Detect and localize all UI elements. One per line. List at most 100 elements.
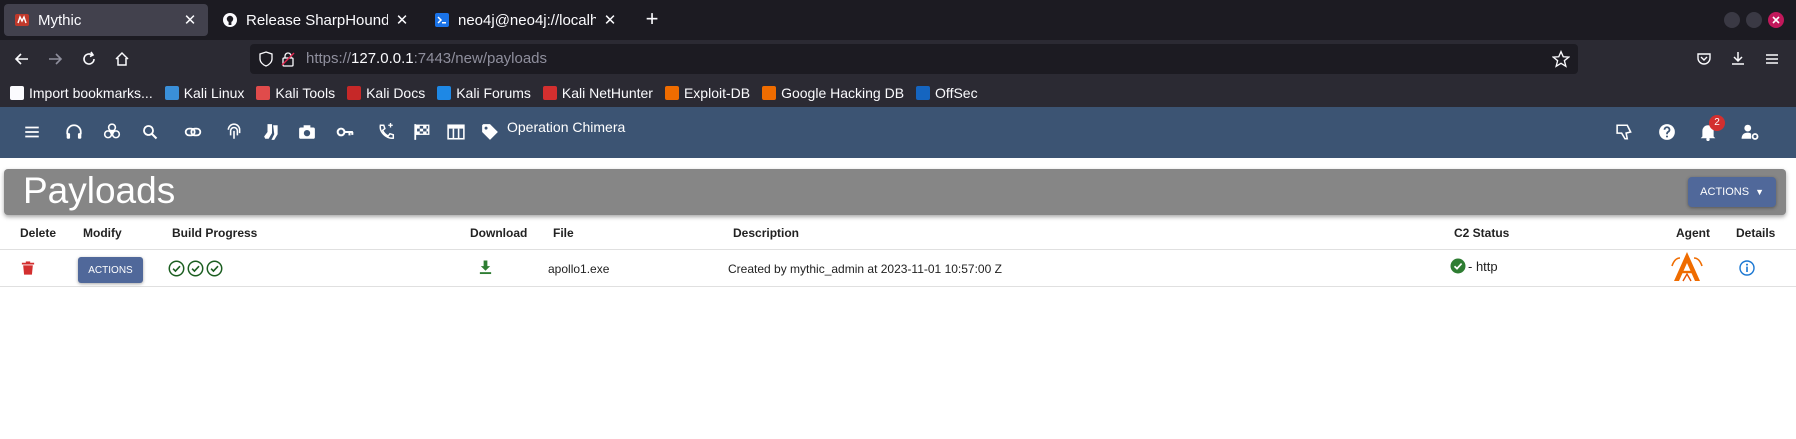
search-nav-button[interactable] (139, 121, 161, 143)
downloads-button[interactable] (1726, 47, 1750, 71)
info-icon (1739, 260, 1755, 276)
artifacts-button[interactable] (223, 121, 245, 143)
key-icon (336, 127, 354, 137)
download-arrow-icon (1732, 52, 1744, 65)
payload-details-button[interactable] (1739, 260, 1755, 276)
tag-icon (482, 124, 498, 140)
bookmark-item[interactable]: OffSec (916, 85, 978, 101)
screenshots-button[interactable] (296, 121, 318, 143)
url-host: 127.0.0.1 (351, 50, 414, 67)
delete-payload-button[interactable] (21, 260, 35, 276)
new-tab-button[interactable]: + (640, 8, 664, 32)
c2-status: - http (1450, 258, 1498, 274)
reporting-button[interactable] (411, 121, 433, 143)
tab-close-icon[interactable]: ✕ (182, 11, 198, 29)
bookmark-label: Kali Forums (456, 84, 531, 101)
table-row: ACTIONS apollo1.exe Created by mythic_ad… (0, 250, 1796, 287)
back-button[interactable] (10, 47, 34, 71)
bookmark-item[interactable]: Kali Tools (256, 85, 335, 101)
help-question-icon (1659, 124, 1675, 140)
fingerprint-icon (227, 123, 241, 139)
home-icon (115, 51, 129, 66)
bookmark-item[interactable]: Kali Docs (347, 85, 425, 101)
socks-button[interactable] (261, 121, 283, 143)
side-menu-button[interactable] (21, 121, 43, 143)
header-details: Details (1736, 226, 1776, 240)
bookmark-label: OffSec (935, 84, 978, 101)
forward-button[interactable] (43, 47, 67, 71)
bookmark-label: Kali Linux (183, 84, 245, 101)
operation-name[interactable]: Operation Chimera (507, 119, 625, 135)
callback-graph-button[interactable] (375, 121, 397, 143)
tab-title: Mythic (38, 11, 82, 29)
maximize-button[interactable] (1746, 12, 1762, 28)
header-description: Description (733, 226, 800, 240)
kali-nethunter-icon (542, 85, 557, 100)
forward-arrow-icon (49, 53, 63, 65)
download-payload-button[interactable] (478, 259, 493, 275)
bookmark-item[interactable]: Exploit-DB (664, 84, 751, 101)
page-actions-button[interactable]: ACTIONS ▼ (1688, 177, 1776, 207)
table-header-row: Delete Modify Build Progress Download Fi… (0, 222, 1796, 250)
bookmark-label: Import bookmarks... (29, 84, 153, 101)
kali-icon (164, 85, 179, 100)
app-menu-button[interactable] (1760, 47, 1784, 71)
phone-icon (379, 123, 395, 139)
header-agent: Agent (1676, 226, 1710, 240)
feedback-button[interactable] (1614, 121, 1636, 143)
credentials-button[interactable] (334, 121, 356, 143)
ghdb-icon (762, 85, 777, 100)
payload-filename[interactable]: apollo1.exe (548, 262, 609, 276)
bookmark-item[interactable]: Kali NetHunter (542, 85, 653, 101)
row-actions-button[interactable]: ACTIONS (78, 257, 143, 283)
tags-button[interactable] (479, 121, 501, 143)
callbacks-button[interactable] (63, 121, 85, 143)
build-step-complete-icon (187, 260, 204, 277)
tab-neo4j[interactable]: neo4j@neo4j://localhost: ✕ (424, 4, 628, 36)
home-button[interactable] (110, 47, 134, 71)
bookmark-item[interactable]: Kali Forums (437, 85, 531, 101)
bookmark-star-icon[interactable] (1552, 50, 1570, 68)
agent-apollo-icon[interactable] (1671, 250, 1703, 284)
apollo-agent-icon (1671, 252, 1703, 282)
mitre-attack-button[interactable] (445, 121, 467, 143)
payloads-nav-button[interactable] (101, 121, 123, 143)
page-actions-label: ACTIONS (1700, 186, 1750, 198)
tab-close-icon[interactable]: ✕ (394, 11, 410, 29)
header-modify: Modify (83, 226, 122, 240)
biohazard-icon (103, 123, 121, 139)
bookmark-item[interactable]: Google Hacking DB (762, 85, 904, 101)
bookmark-label: Exploit-DB (683, 84, 751, 101)
attachments-button[interactable] (182, 121, 204, 143)
url-prefix: https:// (306, 50, 352, 67)
build-step-complete-icon (168, 260, 185, 277)
tracking-shield-icon (259, 51, 273, 67)
search-icon (143, 125, 158, 140)
hamburger-menu-icon (1766, 54, 1778, 64)
table-grid-icon (447, 124, 465, 140)
mythic-favicon-icon (15, 14, 29, 26)
user-gear-icon (1741, 124, 1759, 140)
bookmark-label: Kali Docs (366, 84, 426, 101)
pocket-button[interactable] (1692, 47, 1716, 71)
tab-sharphound-release[interactable]: Release SharpHound v1.1. ✕ (212, 4, 420, 36)
bookmark-item[interactable]: Kali Linux (164, 84, 245, 101)
url-text[interactable]: https://127.0.0.1:7443/new/payloads (306, 50, 547, 67)
help-button[interactable] (1656, 121, 1678, 143)
payload-description: Created by mythic_admin at 2023-11-01 10… (728, 262, 1002, 276)
link-icon (184, 127, 202, 137)
headphones-icon (66, 124, 82, 139)
user-settings-button[interactable] (1739, 121, 1761, 143)
bookmark-label: Google Hacking DB (781, 84, 905, 101)
reload-button[interactable] (77, 47, 101, 71)
url-bar[interactable]: https://127.0.0.1:7443/new/payloads (250, 44, 1578, 74)
window-close-button[interactable] (1768, 12, 1784, 28)
reload-icon (83, 51, 95, 65)
thumbs-down-icon (1616, 124, 1632, 140)
tab-close-icon[interactable]: ✕ (602, 11, 618, 29)
github-icon (223, 13, 237, 27)
tab-mythic[interactable]: Mythic ✕ (4, 4, 208, 36)
minimize-button[interactable] (1724, 12, 1740, 28)
bookmark-item[interactable]: Import bookmarks... (10, 85, 153, 101)
kali-forums-icon (437, 85, 452, 100)
